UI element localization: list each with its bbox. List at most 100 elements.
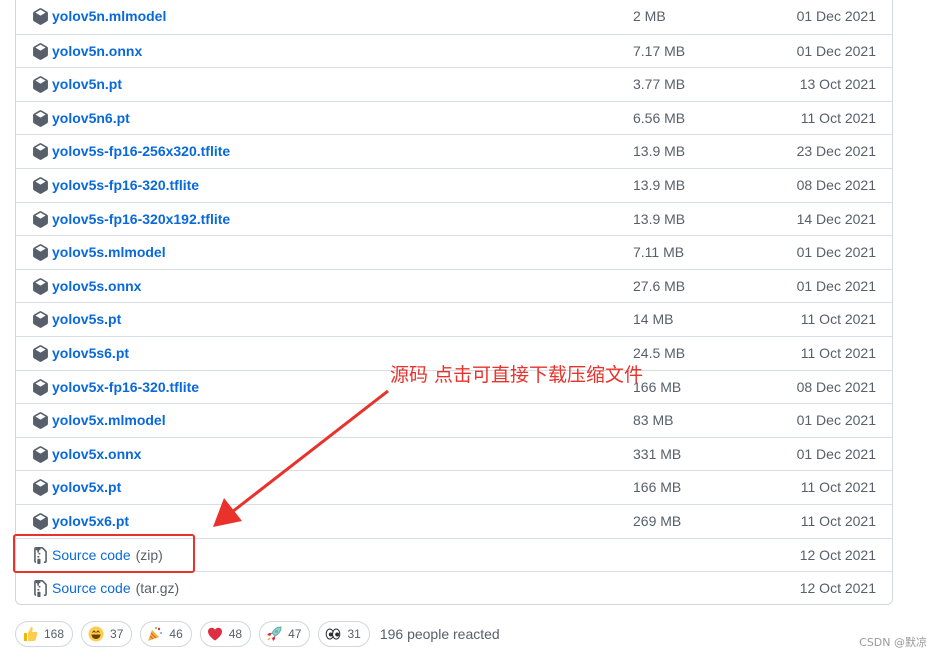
asset-date: 11 Oct 2021 — [800, 345, 876, 361]
asset-row: yolov5n.pt 3.77 MB 13 Oct 2021 — [16, 67, 892, 101]
package-icon — [32, 513, 49, 530]
annotation-text: 源码 点击可直接下载压缩文件 — [390, 364, 644, 386]
asset-size: 13.9 MB — [633, 210, 686, 227]
asset-row: yolov5s.pt 14 MB 11 Oct 2021 — [16, 302, 892, 336]
reaction-button-heart[interactable]: 48 — [199, 621, 252, 647]
package-icon — [32, 177, 49, 194]
asset-date: 01 Dec 2021 — [796, 277, 876, 294]
package-icon — [32, 76, 49, 94]
asset-size: 331 MB — [633, 445, 682, 462]
asset-date: 11 Oct 2021 — [800, 479, 876, 496]
asset-date: 13 Oct 2021 — [799, 76, 876, 93]
asset-size: 3.77 MB — [633, 76, 686, 93]
reaction-button-laugh[interactable]: 37 — [81, 621, 133, 647]
asset-row: yolov5s-fp16-320.tflite 13.9 MB 08 Dec 202… — [16, 168, 892, 202]
asset-date: 23 Dec 2021 — [796, 143, 876, 160]
asset-size: 13.9 MB — [633, 177, 686, 193]
asset-link[interactable]: yolov5n.mlmodel — [52, 8, 166, 24]
asset-link[interactable]: yolov5x.pt — [52, 479, 121, 495]
asset-link[interactable]: yolov5n6.pt — [52, 110, 130, 126]
asset-link[interactable]: yolov5s.pt — [52, 311, 121, 327]
asset-link[interactable]: yolov5n.pt — [52, 76, 122, 92]
reaction-count: 168 — [44, 627, 65, 641]
hooray-icon — [147, 626, 163, 642]
asset-row: yolov5s.mlmodel 7.11 MB 01 Dec 2021 — [16, 235, 892, 269]
asset-date: 01 Dec 2021 — [796, 445, 876, 462]
asset-link[interactable]: yolov5s-fp16-320.tflite — [52, 177, 199, 193]
asset-size: 7.11 MB — [633, 244, 685, 261]
release-assets-list: yolov5n.mlmodel 2 MB 01 Dec 2021 yolov5n.on… — [15, 0, 893, 605]
asset-row: yolov5x.onnx 331 MB 01 Dec 2021 — [16, 436, 892, 471]
asset-row: yolov5s.onnx 27.6 MB 01 Dec 2021 — [16, 268, 892, 303]
rocket-icon — [266, 626, 282, 642]
reaction-count: 46 — [169, 627, 183, 641]
asset-date: 11 Oct 2021 — [800, 513, 876, 529]
reaction-button-rocket[interactable]: 47 — [259, 621, 311, 647]
package-icon — [32, 8, 49, 25]
laugh-icon — [88, 626, 104, 642]
reaction-button-hooray[interactable]: 46 — [140, 621, 192, 647]
asset-size: 27.6 MB — [633, 277, 686, 294]
package-icon — [32, 143, 49, 161]
asset-date: 01 Dec 2021 — [796, 42, 876, 59]
asset-row: yolov5x6.pt 269 MB 11 Oct 2021 — [16, 504, 892, 538]
reaction-count: 48 — [228, 627, 243, 641]
asset-size: 83 MB — [633, 412, 674, 429]
package-icon — [32, 109, 49, 127]
asset-link[interactable]: yolov5x-fp16-320.tflite — [52, 379, 199, 395]
file-zip-icon — [32, 580, 49, 598]
source-code-link[interactable]: Source code (tar.gz) — [52, 580, 179, 596]
reactions-summary: 196 people reacted — [379, 626, 500, 642]
reaction-count: 37 — [110, 627, 124, 641]
asset-row: yolov5x.mlmodel 83 MB 01 Dec 2021 — [16, 403, 892, 437]
asset-link[interactable]: yolov5x6.pt — [52, 513, 129, 529]
package-icon — [32, 378, 49, 396]
heart-icon — [207, 626, 223, 642]
asset-size: 14 MB — [633, 311, 674, 328]
asset-link[interactable]: yolov5s.mlmodel — [52, 244, 166, 260]
asset-size: 24.5 MB — [633, 345, 686, 361]
asset-date: 08 Dec 2021 — [796, 177, 876, 193]
package-icon — [32, 311, 49, 329]
reaction-count: 47 — [288, 627, 302, 641]
asset-row: yolov5x.pt 166 MB 11 Oct 2021 — [16, 470, 892, 504]
reactions-bar: 168 37 46 48 47 31 196 people reacted — [15, 621, 500, 647]
source-code-highlight-box — [13, 534, 195, 573]
asset-link[interactable]: yolov5s6.pt — [52, 345, 129, 361]
package-icon — [32, 479, 49, 497]
asset-size: 13.9 MB — [633, 143, 686, 160]
source-code-label: Source code — [52, 580, 131, 597]
asset-row: yolov5n.onnx 7.17 MB 01 Dec 2021 — [16, 33, 892, 68]
asset-row: yolov5s-fp16-320x192.tflite 13.9 MB 14 Dec… — [16, 201, 892, 236]
reaction-count: 31 — [347, 627, 361, 641]
source-code-ext: (tar.gz) — [135, 580, 180, 597]
source-code-row: Source code (tar.gz) 12 Oct 2021 — [16, 571, 892, 605]
package-icon — [32, 42, 49, 60]
asset-date: 08 Dec 2021 — [796, 378, 876, 395]
asset-link[interactable]: yolov5s.onnx — [52, 278, 141, 294]
asset-date: 11 Oct 2021 — [800, 109, 876, 126]
reaction-button-eyes[interactable]: 31 — [318, 621, 370, 647]
package-icon — [32, 445, 49, 463]
package-icon — [32, 210, 49, 228]
package-icon — [32, 412, 49, 430]
asset-link[interactable]: yolov5x.onnx — [52, 446, 141, 462]
asset-date: 14 Dec 2021 — [796, 210, 876, 227]
asset-date: 01 Dec 2021 — [796, 8, 876, 24]
asset-link[interactable]: yolov5s-fp16-256x320.tflite — [52, 143, 230, 159]
asset-link[interactable]: yolov5n.onnx — [52, 43, 142, 59]
asset-date: 01 Dec 2021 — [796, 412, 876, 429]
asset-link[interactable]: yolov5s-fp16-320x192.tflite — [52, 211, 230, 227]
watermark: CSDN @默凉 — [859, 636, 927, 649]
asset-date: 01 Dec 2021 — [796, 244, 876, 261]
package-icon — [32, 244, 49, 262]
package-icon — [32, 277, 49, 295]
asset-size: 166 MB — [633, 479, 682, 496]
asset-date: 12 Oct 2021 — [799, 580, 876, 597]
asset-size: 2 MB — [633, 8, 666, 24]
reaction-button-thumbs-up[interactable]: 168 — [15, 621, 74, 647]
package-icon — [32, 345, 49, 362]
asset-row: yolov5n.mlmodel 2 MB 01 Dec 2021 — [16, 0, 892, 34]
asset-size: 7.17 MB — [633, 42, 686, 59]
asset-link[interactable]: yolov5x.mlmodel — [52, 412, 166, 428]
